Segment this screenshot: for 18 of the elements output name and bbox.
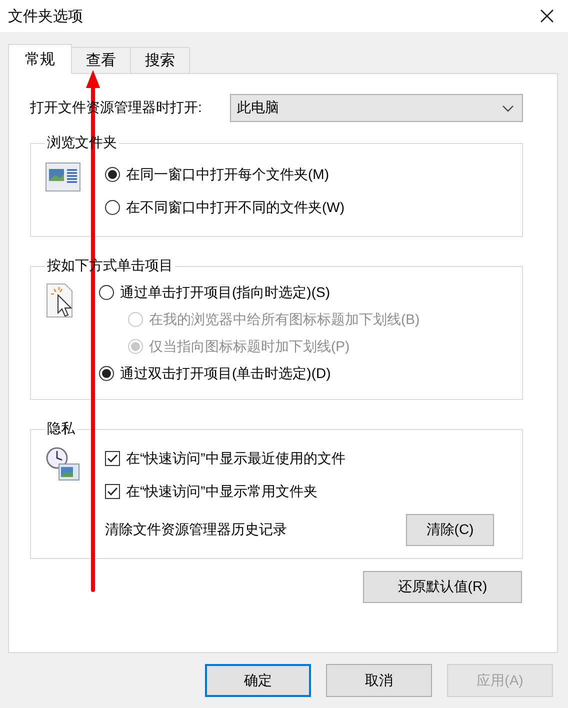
dialog-button[interactable]: 确定 — [205, 664, 311, 697]
restore-defaults-button[interactable]: 还原默认值(R) — [363, 571, 522, 603]
window-title: 文件夹选项 — [8, 6, 83, 26]
option-label: 仅当指向图标标题时加下划线(P) — [149, 338, 350, 356]
tab[interactable]: 常规 — [8, 44, 72, 74]
clear-history-label: 清除文件资源管理器历史记录 — [105, 521, 287, 539]
group-title: 隐私 — [46, 420, 76, 438]
clear-button[interactable]: 清除(C) — [406, 514, 494, 546]
option-label: 在不同窗口中打开不同的文件夹(W) — [126, 198, 345, 216]
dropdown[interactable]: 此电脑 — [230, 94, 523, 122]
option-label: 在“快速访问”中显示常用文件夹 — [126, 482, 318, 500]
option-label: 通过双击打开项目(单击时选定)(D) — [120, 364, 331, 382]
option-label: 在同一窗口中打开每个文件夹(M) — [126, 166, 329, 184]
option-label: 通过单击打开项目(指向时选定)(S) — [120, 284, 330, 302]
option-label: 在“快速访问”中显示最近使用的文件 — [126, 450, 346, 468]
dialog-button[interactable]: 取消 — [326, 664, 432, 697]
option-label: 在我的浏览器中给所有图标标题加下划线(B) — [149, 310, 420, 328]
tab[interactable]: 搜索 — [130, 47, 190, 73]
